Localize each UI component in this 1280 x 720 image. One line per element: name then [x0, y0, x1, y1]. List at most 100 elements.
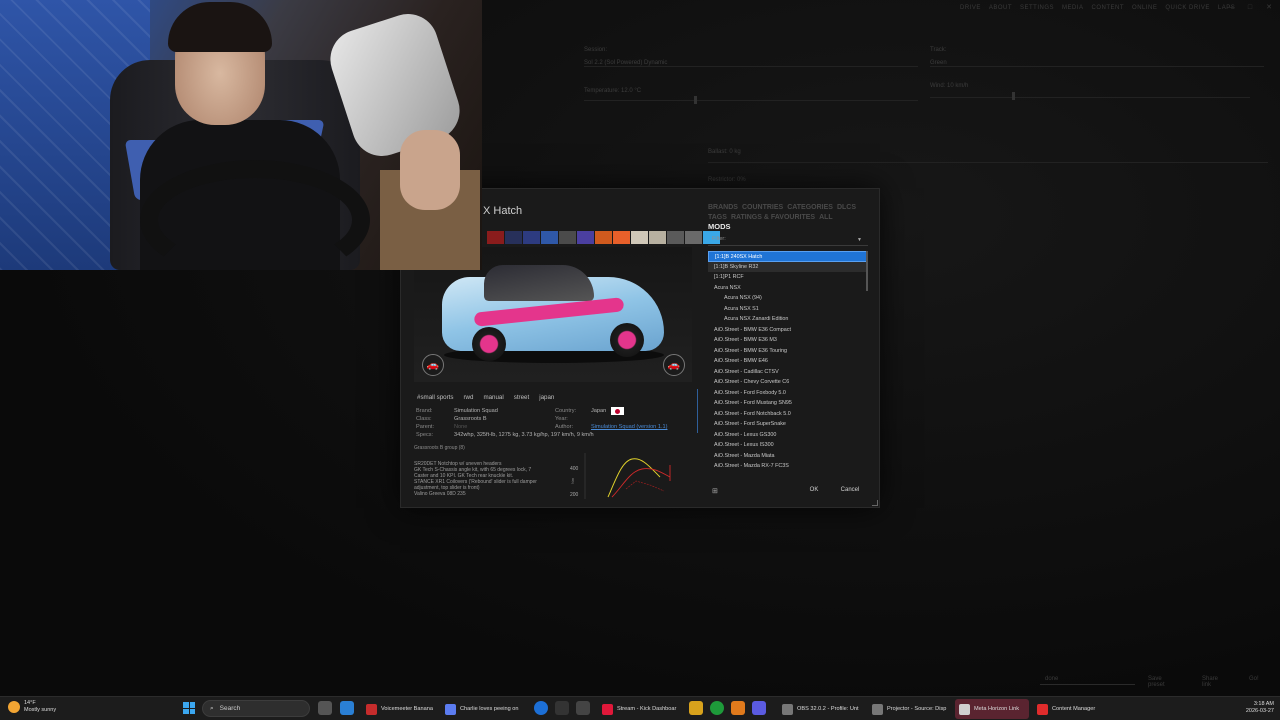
mod-list-item[interactable]: [1:1]B 240SX Hatch: [708, 251, 868, 262]
tag-item[interactable]: japan: [537, 393, 556, 402]
car-prev-icon[interactable]: 🚗: [422, 354, 444, 376]
class-value[interactable]: Grassroots B: [454, 416, 487, 422]
window-controls[interactable]: — □ ✕: [1213, 3, 1272, 11]
mod-list-item[interactable]: Acura NSX S1: [708, 304, 868, 315]
mod-list-item[interactable]: AiO.Street - Ford Foxbody 5.0: [708, 388, 868, 399]
mod-list-item[interactable]: AiO.Street - Ford Mustang SN95: [708, 398, 868, 409]
skin-swatch[interactable]: [685, 231, 702, 244]
taskbar-app[interactable]: Projector - Source: Disp: [868, 699, 950, 719]
mod-list-item[interactable]: Acura NSX Zanardi Edition: [708, 314, 868, 325]
filter-tab[interactable]: BRANDS: [708, 204, 738, 211]
skin-swatch[interactable]: [631, 231, 648, 244]
minimize-icon[interactable]: —: [1227, 4, 1234, 11]
nav-item[interactable]: SETTINGS: [1020, 5, 1054, 11]
skin-swatch[interactable]: [667, 231, 684, 244]
group-label[interactable]: Grassroots B group (8): [414, 445, 465, 451]
go-button[interactable]: Go!: [1249, 676, 1259, 682]
app-icon-4[interactable]: [731, 701, 745, 715]
cancel-button[interactable]: Cancel: [835, 483, 865, 497]
mod-list-item[interactable]: AiO.Street - Mazda RX-7 FD: [708, 472, 868, 474]
mod-list-item[interactable]: AiO.Street - Ford Notchback 5.0: [708, 409, 868, 420]
country-value[interactable]: Japan: [591, 408, 606, 414]
taskbar-app[interactable]: OBS 32.0.2 - Profile: Unt: [778, 699, 860, 719]
mod-list-item[interactable]: [1:1]B Skyline R32: [708, 261, 868, 272]
nav-item[interactable]: DRIVE: [960, 5, 981, 11]
xbox-icon[interactable]: [710, 701, 724, 715]
ok-button[interactable]: OK: [803, 483, 825, 497]
filter-input[interactable]: Filter: ▼: [708, 236, 868, 246]
filter-tab[interactable]: DLCS: [837, 204, 856, 211]
parent-value[interactable]: None: [454, 424, 467, 430]
mod-list-item[interactable]: AiO.Street - Chevy Corvette C6: [708, 377, 868, 388]
mod-list-item[interactable]: AiO.Street - Mazda Miata: [708, 451, 868, 462]
mod-list[interactable]: [1:1]B 240SX Hatch [1:1]B Skyline R32 [1:1…: [708, 251, 868, 473]
chevron-down-icon[interactable]: ▼: [857, 237, 862, 243]
filter-tab[interactable]: CATEGORIES: [787, 204, 833, 211]
car-next-icon[interactable]: 🚗: [663, 354, 685, 376]
filter-tab[interactable]: TAGS: [708, 214, 727, 221]
top-nav[interactable]: DRIVE ABOUT SETTINGS MEDIA CONTENT ONLINE QUIC…: [960, 5, 1243, 11]
mod-list-item[interactable]: AiO.Street - BMW E36 M3: [708, 335, 868, 346]
nav-item[interactable]: QUICK DRIVE: [1165, 5, 1210, 11]
start-icon[interactable]: [183, 702, 195, 714]
skin-swatch[interactable]: [541, 231, 558, 244]
task-view-icon[interactable]: [318, 701, 332, 715]
weather-widget[interactable]: 14°F Mostly sunny: [8, 700, 56, 714]
skin-swatch[interactable]: [595, 231, 612, 244]
nav-item[interactable]: MEDIA: [1062, 5, 1084, 11]
skin-swatch[interactable]: [523, 231, 540, 244]
tag-item[interactable]: street: [512, 393, 531, 402]
skin-swatch[interactable]: [487, 231, 504, 244]
car-tags[interactable]: #small sports rwd manual street japan: [415, 393, 556, 402]
mod-list-item[interactable]: Acura NSX (94): [708, 293, 868, 304]
app-icon-5[interactable]: [752, 701, 766, 715]
mod-list-item[interactable]: Acura NSX: [708, 283, 868, 294]
author-link[interactable]: Simulation Squad (version 1.1): [591, 424, 668, 430]
tag-item[interactable]: manual: [481, 393, 505, 402]
grid-view-icon[interactable]: ⊞: [712, 487, 718, 495]
taskbar-app[interactable]: Content Manager: [1033, 699, 1101, 719]
mod-list-item[interactable]: AiO.Street - Mazda RX-7 FC3S: [708, 461, 868, 472]
mod-list-item[interactable]: [1:1]P1 RCF: [708, 272, 868, 283]
taskbar-app[interactable]: Charlie loves peeing on: [441, 699, 523, 719]
mod-list-scrollbar[interactable]: [866, 251, 868, 291]
skin-swatch[interactable]: [505, 231, 522, 244]
mod-list-item[interactable]: AiO.Street - Ford SuperSnake: [708, 419, 868, 430]
skin-swatch[interactable]: [613, 231, 630, 244]
maximize-icon[interactable]: □: [1248, 4, 1252, 11]
nav-item[interactable]: CONTENT: [1092, 5, 1125, 11]
filter-tab[interactable]: RATINGS & FAVOURITES: [731, 214, 815, 221]
close-icon[interactable]: ✕: [1266, 4, 1272, 11]
temperature-slider[interactable]: [584, 100, 918, 101]
nav-item[interactable]: ABOUT: [989, 5, 1012, 11]
mod-list-item[interactable]: AiO.Street - BMW E46: [708, 356, 868, 367]
skin-swatches[interactable]: [487, 231, 720, 244]
filter-tabs[interactable]: BRANDS COUNTRIES CATEGORIES DLCS TAGS RATINGS…: [708, 203, 860, 223]
app-icon-3[interactable]: [576, 701, 590, 715]
skin-swatch[interactable]: [577, 231, 594, 244]
app-icon-1[interactable]: [340, 701, 354, 715]
taskbar-app[interactable]: Voicemeeter Banana: [362, 699, 434, 719]
browser-icon[interactable]: [534, 701, 548, 715]
brand-value[interactable]: Simulation Squad: [454, 408, 498, 414]
wind-slider[interactable]: [930, 97, 1250, 98]
wind-slider-thumb[interactable]: [1012, 92, 1015, 100]
taskbar-clock[interactable]: 3:18 AM 2026-03-27: [1246, 701, 1274, 715]
app-icon-2[interactable]: [555, 701, 569, 715]
temperature-slider-thumb[interactable]: [694, 96, 697, 104]
filter-tab[interactable]: COUNTRIES: [742, 204, 783, 211]
tag-item[interactable]: #small sports: [415, 393, 455, 402]
mod-list-item[interactable]: AiO.Street - Lexus IS300: [708, 440, 868, 451]
share-link-button[interactable]: Share link: [1202, 676, 1218, 688]
preset-select[interactable]: done: [1045, 676, 1058, 682]
mod-list-item[interactable]: AiO.Street - Lexus GS300: [708, 430, 868, 441]
filter-tab[interactable]: ALL: [819, 214, 833, 221]
save-preset-button[interactable]: Save preset: [1148, 676, 1165, 688]
skin-swatch[interactable]: [559, 231, 576, 244]
taskbar-app[interactable]: Stream - Kick Dashboar: [598, 699, 682, 719]
taskbar-search[interactable]: ⌕ Search: [202, 700, 310, 717]
taskbar-app[interactable]: Meta Horizon Link: [955, 699, 1029, 719]
nav-item[interactable]: ONLINE: [1132, 5, 1157, 11]
mod-list-item[interactable]: AiO.Street - BMW E36 Touring: [708, 346, 868, 357]
tag-item[interactable]: rwd: [461, 393, 475, 402]
